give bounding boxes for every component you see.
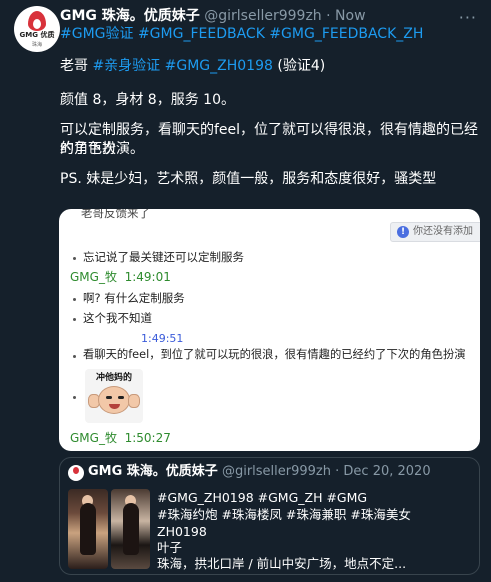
quoted-separator: · — [331, 464, 344, 479]
tweet-ratings: 颜值 8，身材 8，服务 10。 — [60, 92, 235, 108]
sticker-face — [98, 386, 130, 414]
chat-timestamp: 1:49:51 — [141, 332, 184, 345]
bullet-dot — [73, 257, 76, 260]
tweet-ps: PS. 妹是少妇，艺术照，颜值一般，服务和态度很好，骚类型 — [60, 171, 437, 187]
bullet-dot — [73, 318, 76, 321]
info-icon: ! — [397, 226, 409, 238]
chat-sender: GMG_牧 1:49:01 — [70, 269, 171, 286]
hashtag-link[interactable]: #GMG_ZH0198 — [165, 58, 273, 74]
photo-figure-body — [80, 503, 96, 555]
sticker-eye — [118, 396, 124, 399]
header-separator: · — [321, 8, 336, 24]
quoted-text-line: 叶子 — [157, 540, 183, 555]
tweet-hashtags[interactable]: #GMG验证 #GMG_FEEDBACK #GMG_FEEDBACK_ZH — [60, 24, 423, 44]
chat-message: 看聊天的feel，到位了就可以玩的很浪，很有情趣的已经约了下次的角色扮演 — [83, 348, 466, 361]
quoted-text-line: #珠海约炮 #珠海楼凤 #珠海兼职 #珠海美女 — [157, 507, 411, 522]
sender-name: GMG_牧 — [70, 270, 117, 284]
not-friend-banner: ! 你还没有添加 — [390, 222, 480, 242]
quoted-text-line: #GMG_ZH0198 #GMG_ZH #GMG — [157, 490, 368, 505]
quoted-author-name: GMG 珠海。优质妹子 — [88, 464, 218, 479]
sender-time: 1:50:27 — [124, 431, 171, 445]
avatar-brand-subtext: 珠海 — [31, 42, 42, 48]
line-suffix: (验证4) — [272, 58, 326, 74]
meme-sticker-image: 冲他妈的 — [85, 369, 143, 423]
line-prefix: 老哥 — [60, 58, 93, 74]
avatar-brand-text: GMG 优质 — [19, 31, 55, 39]
flame-logo-icon — [28, 11, 46, 31]
quoted-photo — [68, 489, 108, 569]
quoted-author-avatar — [68, 465, 84, 481]
sticker-hand-right — [128, 394, 140, 408]
quoted-tweet[interactable]: GMG 珠海。优质妹子 @girlseller999zh · Dec 20, 2… — [59, 457, 480, 575]
sender-time: 1:49:01 — [124, 270, 171, 284]
quoted-text-line: ZH0198 — [157, 524, 207, 539]
quoted-photo — [111, 489, 150, 569]
sender-name: GMG_牧 — [70, 431, 117, 445]
tweet: GMG 优质 珠海 GMG 珠海。优质妹子 @girlseller999zh ·… — [0, 0, 491, 582]
chat-message: 啊? 有什么定制服务 — [83, 291, 185, 305]
bullet-dot — [73, 298, 76, 301]
hashtag-link[interactable]: #亲身验证 — [92, 58, 160, 74]
more-options-icon[interactable]: ··· — [459, 6, 477, 29]
quoted-tweet-header: GMG 珠海。优质妹子 @girlseller999zh · Dec 20, 2… — [88, 463, 431, 482]
bullet-dot — [73, 355, 76, 358]
chat-screenshot-image[interactable]: 老哥反馈来了 ! 你还没有添加 忘记说了最关键还可以定制服务 GMG_牧 1:4… — [59, 209, 480, 451]
author-handle[interactable]: @girlseller999zh — [204, 8, 321, 24]
author-avatar[interactable]: GMG 优质 珠海 — [14, 6, 60, 52]
chat-cut-text: 老哥反馈来了 — [81, 209, 150, 220]
tweet-description-line2: 的角色扮演。 — [60, 141, 144, 157]
tweet-time[interactable]: Now — [335, 8, 366, 24]
quoted-text-line: 珠海，拱北口岸 / 前山中安广场，地点不定... — [157, 556, 407, 571]
author-name[interactable]: GMG 珠海。优质妹子 — [60, 8, 200, 24]
chat-message: 忘记说了最关键还可以定制服务 — [83, 250, 244, 264]
quoted-date: Dec 20, 2020 — [343, 464, 431, 479]
sticker-eye — [106, 396, 112, 399]
flame-logo-icon — [73, 467, 79, 474]
photo-figure-body — [123, 503, 139, 555]
tweet-line-verification: 老哥 #亲身验证 #GMG_ZH0198 (验证4) — [60, 57, 484, 76]
chat-message: 这个我不知道 — [83, 311, 152, 325]
not-friend-text: 你还没有添加 — [413, 226, 473, 237]
quoted-author-handle: @girlseller999zh — [221, 464, 331, 479]
sticker-caption: 冲他妈的 — [95, 373, 132, 383]
chat-sender: GMG_牧 1:50:27 — [70, 430, 171, 447]
sticker-mouth — [109, 404, 120, 409]
bullet-dot — [73, 396, 76, 399]
